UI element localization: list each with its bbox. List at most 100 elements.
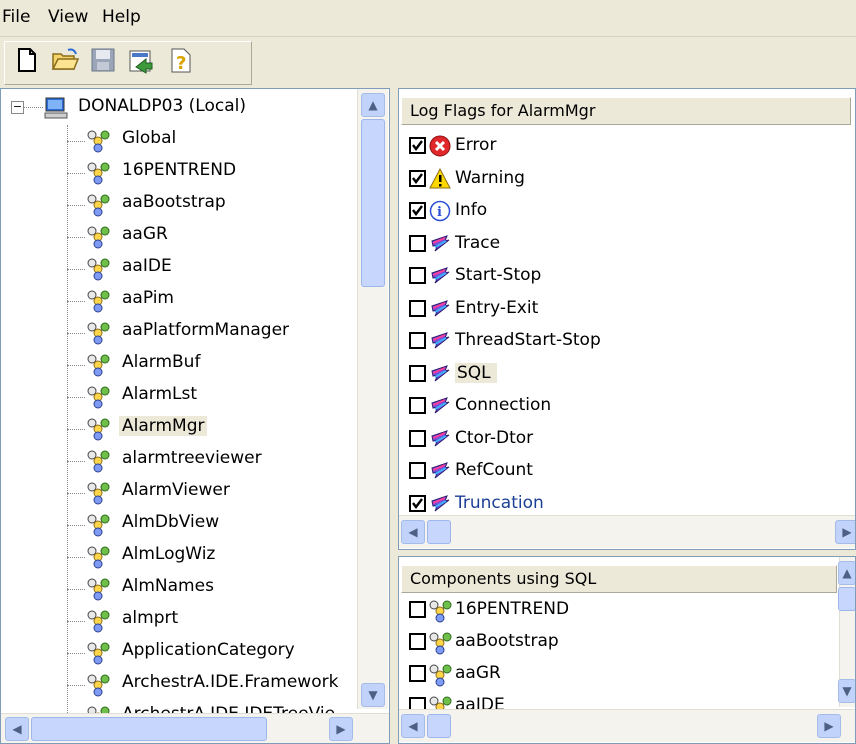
component-label: aaGR [455, 663, 501, 683]
flag-checkbox[interactable] [409, 494, 426, 512]
scroll-up-button[interactable]: ▲ [361, 93, 385, 117]
scroll-left-button[interactable]: ◀ [5, 717, 29, 741]
tree-item[interactable]: AlarmMgr [1, 413, 361, 445]
component-icon [85, 415, 111, 441]
new-document-icon[interactable] [12, 45, 42, 75]
tree-vertical-scrollbar[interactable]: ▲ ▼ [357, 89, 388, 709]
flag-checkbox[interactable] [409, 462, 426, 479]
flag-label: Info [455, 200, 488, 220]
components-scroll-up-button[interactable]: ▲ [838, 561, 855, 585]
custom-flag-icon [429, 330, 451, 352]
flag-row[interactable]: Trace [407, 229, 827, 259]
component-checkbox[interactable] [409, 601, 426, 618]
flag-row[interactable]: Warning [407, 164, 827, 194]
component-icon [85, 543, 111, 569]
menu-view[interactable]: View [48, 7, 88, 27]
components-scroll-down-button[interactable]: ▼ [838, 679, 855, 703]
component-checkbox[interactable] [409, 665, 426, 682]
flag-label: Entry-Exit [455, 297, 539, 318]
tree-item-label: almprt [122, 608, 179, 628]
warning-icon [429, 167, 451, 190]
tree-item[interactable]: ApplicationCategory [1, 637, 361, 669]
flag-row[interactable]: Start-Stop [407, 261, 827, 291]
tree-scroll-thumb[interactable] [361, 119, 385, 287]
help-icon[interactable]: ? [166, 45, 196, 75]
component-icon [85, 479, 111, 505]
flags-horizontal-scrollbar[interactable]: ◀ ▶ [399, 515, 855, 548]
components-horizontal-scrollbar[interactable]: ◀ ▶ [399, 709, 855, 742]
component-label: 16PENTREND [455, 599, 570, 619]
open-folder-icon[interactable] [50, 45, 80, 75]
tree-item[interactable]: 16PENTREND [1, 157, 361, 189]
component-row[interactable]: aaBootstrap [407, 627, 827, 657]
tree-item-label: aaGR [122, 224, 168, 244]
flag-checkbox[interactable] [409, 397, 426, 414]
tree-item[interactable]: AlarmViewer [1, 477, 361, 509]
tree-item[interactable]: AlmDbView [1, 509, 361, 541]
flag-row[interactable]: Entry-Exit [407, 294, 827, 324]
tree-horizontal-scrollbar[interactable]: ◀ ▶ [1, 713, 389, 743]
flag-row[interactable]: ThreadStart-Stop [407, 326, 827, 356]
components-scroll-thumb[interactable] [838, 587, 855, 611]
tree-hscroll-thumb[interactable] [31, 717, 267, 741]
tree-item[interactable]: ArchestrA.IDE.Framework [1, 669, 361, 701]
flags-scroll-left-button[interactable]: ◀ [401, 520, 425, 544]
tree-item[interactable]: AlmNames [1, 573, 361, 605]
flag-label: Connection [455, 395, 552, 415]
custom-flag-icon [429, 493, 451, 515]
flag-checkbox[interactable] [409, 332, 426, 349]
flag-checkbox[interactable] [409, 169, 426, 187]
tree-item-label: ApplicationCategory [122, 640, 295, 660]
flag-row[interactable]: Error [407, 131, 827, 161]
tree-item[interactable]: Global [1, 125, 361, 157]
tree-item-label: AlarmLst [122, 384, 198, 404]
flag-row[interactable]: SQL [407, 359, 827, 389]
flag-row[interactable]: Truncation [407, 489, 827, 519]
menu-help[interactable]: Help [102, 7, 141, 27]
flag-checkbox[interactable] [409, 234, 426, 252]
flag-checkbox[interactable] [409, 137, 426, 154]
components-vertical-scrollbar[interactable]: ▲ ▼ [838, 557, 855, 707]
custom-flag-icon [429, 363, 451, 385]
flags-hscroll-thumb[interactable] [427, 520, 451, 544]
flag-row[interactable]: RefCount [407, 456, 827, 486]
apply-icon[interactable] [126, 45, 156, 75]
flag-checkbox[interactable] [409, 202, 426, 219]
tree-item[interactable]: AlmLogWiz [1, 541, 361, 573]
tree-root[interactable]: − DONALDP03 (Local) [1, 93, 361, 125]
tree-item[interactable]: aaIDE [1, 253, 361, 285]
component-checkbox[interactable] [409, 633, 426, 650]
info-icon: i [429, 200, 451, 222]
tree-item[interactable]: aaPlatformManager [1, 317, 361, 349]
tree-item[interactable]: aaBootstrap [1, 189, 361, 221]
flag-checkbox[interactable] [409, 364, 426, 382]
components-hscroll-thumb[interactable] [427, 714, 451, 738]
component-tree[interactable]: − DONALDP03 (Local) Global 16PENTREND aaBo… [0, 88, 390, 744]
scroll-down-button[interactable]: ▼ [361, 683, 385, 707]
save-icon[interactable] [88, 45, 118, 75]
components-scroll-left-button[interactable]: ◀ [401, 714, 425, 738]
scroll-right-button[interactable]: ▶ [329, 717, 353, 741]
component-icon [85, 319, 111, 345]
flag-checkbox[interactable] [409, 299, 426, 317]
flag-checkbox[interactable] [409, 267, 426, 284]
flag-label: SQL [455, 362, 497, 383]
tree-item-label: 16PENTREND [122, 160, 237, 180]
component-row[interactable]: aaGR [407, 659, 827, 689]
components-scroll-right-button[interactable]: ▶ [817, 714, 841, 738]
tree-item[interactable]: almprt [1, 605, 361, 637]
flag-row[interactable]: Connection [407, 391, 827, 421]
tree-item[interactable]: aaPim [1, 285, 361, 317]
menu-file[interactable]: File [2, 7, 30, 27]
flag-checkbox[interactable] [409, 429, 426, 447]
tree-item[interactable]: aaGR [1, 221, 361, 253]
flag-row[interactable]: Ctor-Dtor [407, 424, 827, 454]
flag-row[interactable]: i Info [407, 196, 827, 226]
component-row[interactable]: 16PENTREND [407, 595, 827, 625]
flag-label: Error [455, 135, 497, 155]
components-pane: Components using SQL 16PENTREND aaBootstr… [398, 556, 856, 744]
flags-scroll-right-button[interactable]: ▶ [835, 520, 855, 544]
tree-item[interactable]: AlarmLst [1, 381, 361, 413]
tree-item[interactable]: AlarmBuf [1, 349, 361, 381]
tree-item[interactable]: alarmtreeviewer [1, 445, 361, 477]
